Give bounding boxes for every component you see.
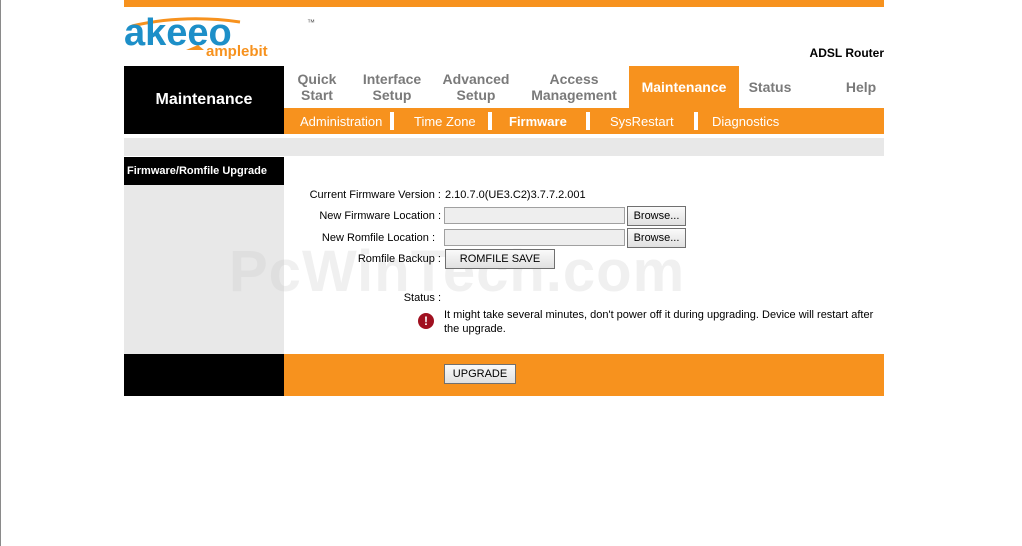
tab-access-management[interactable]: Access Management (518, 66, 630, 108)
subnav-separator (488, 112, 492, 130)
footer-left-block (124, 354, 284, 396)
tab-quick-start[interactable]: Quick Start (284, 66, 350, 108)
subnav-separator (694, 112, 698, 130)
tab-interface-setup[interactable]: Interface Setup (350, 66, 434, 108)
content-header-bar (124, 138, 884, 156)
status-label: Status : (403, 292, 441, 304)
current-firmware-value: 2.10.7.0(UE3.C2)3.7.7.2.001 (445, 189, 586, 201)
warning-icon: ! (418, 313, 434, 329)
romfile-backup-label: Romfile Backup : (357, 253, 441, 265)
footer-bar: UPGRADE (284, 354, 884, 396)
new-romfile-input[interactable] (444, 229, 625, 246)
main-nav: Quick Start Interface Setup Advanced Setup … (284, 66, 884, 108)
top-accent-bar (124, 0, 884, 7)
subnav-time-zone[interactable]: Time Zone (414, 108, 476, 134)
romfile-save-button[interactable]: ROMFILE SAVE (445, 249, 555, 269)
left-column (124, 185, 284, 354)
subnav-sysrestart[interactable]: SysRestart (610, 108, 674, 134)
tab-status[interactable]: Status (739, 66, 801, 108)
new-firmware-label: New Firmware Location : (319, 210, 441, 222)
logo-tm: ™ (307, 18, 315, 27)
upgrade-button[interactable]: UPGRADE (444, 364, 516, 384)
new-firmware-input[interactable] (444, 207, 625, 224)
subnav-diagnostics[interactable]: Diagnostics (712, 108, 779, 134)
status-message: It might take several minutes, don't pow… (444, 309, 874, 335)
browse-romfile-button[interactable]: Browse... (627, 228, 686, 248)
browse-firmware-button[interactable]: Browse... (627, 206, 686, 226)
tab-maintenance[interactable]: Maintenance (629, 66, 739, 108)
subnav-firmware[interactable]: Firmware (509, 108, 567, 134)
akeeo-logo: akeeo ™ amplebit (124, 12, 334, 60)
subnav-administration[interactable]: Administration (300, 108, 382, 134)
tab-help[interactable]: Help (824, 66, 898, 108)
sub-nav: Administration Time Zone Firmware SysRes… (284, 108, 884, 134)
tab-advanced-setup[interactable]: Advanced Setup (434, 66, 518, 108)
subnav-separator (586, 112, 590, 130)
new-romfile-label: New Romfile Location : (321, 232, 435, 244)
product-name: ADSL Router (809, 46, 884, 60)
current-firmware-label: Current Firmware Version : (309, 189, 441, 201)
logo-subtext: amplebit (206, 43, 268, 60)
sidebar-title: Maintenance (124, 66, 284, 134)
subnav-separator (390, 112, 394, 130)
section-title: Firmware/Romfile Upgrade (124, 157, 284, 185)
